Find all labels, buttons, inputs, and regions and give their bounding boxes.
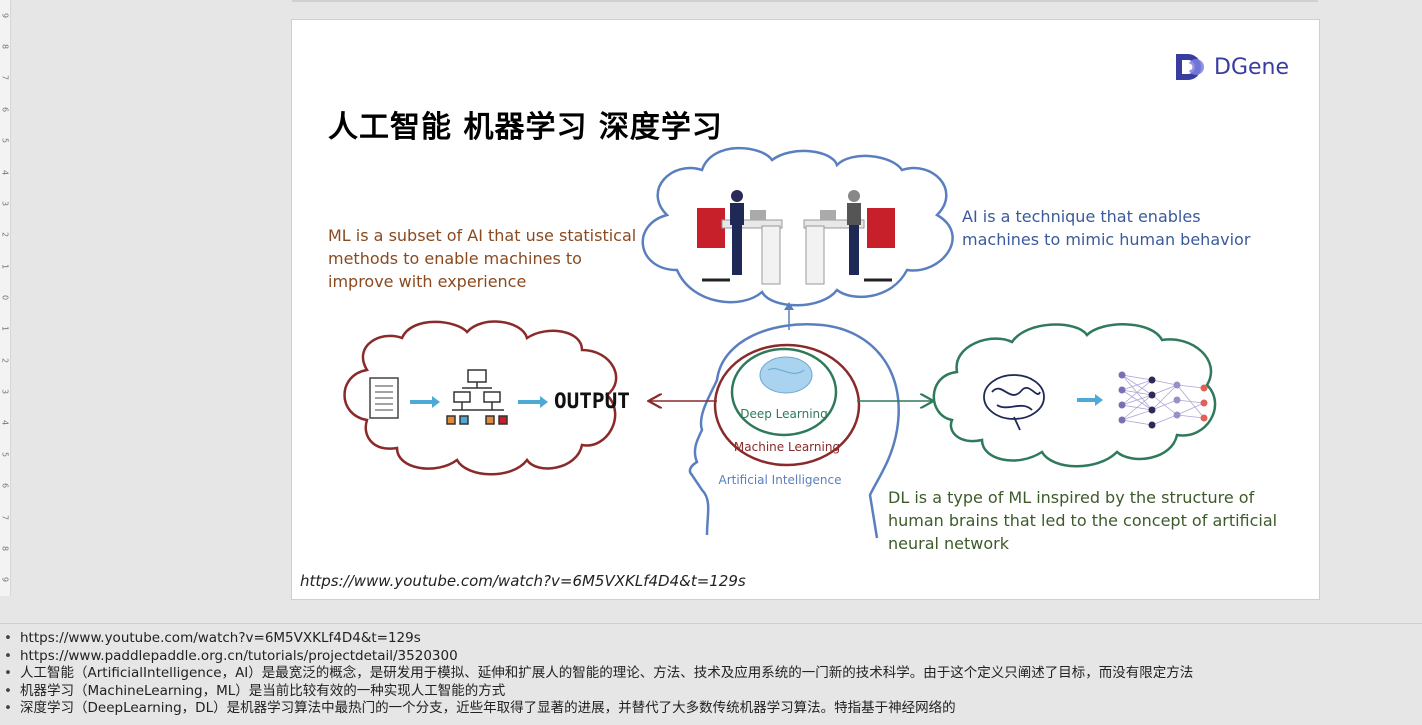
ruler-number: 4: [0, 169, 10, 175]
notes-item[interactable]: https://www.paddlepaddle.org.cn/tutorial…: [4, 648, 1422, 666]
ai-label: Artificial Intelligence: [719, 473, 842, 487]
ruler-number: 1: [0, 326, 10, 332]
neural-network-icon: [1118, 371, 1208, 429]
ruler-number: 2: [0, 357, 10, 363]
ruler-number: 4: [0, 420, 10, 426]
human-at-desk-icon: [697, 190, 783, 285]
ruler-number: 7: [0, 75, 10, 81]
robot-at-desk-icon: [803, 190, 895, 285]
ruler-number: 7: [0, 514, 10, 520]
dl-cloud: [932, 323, 1217, 468]
output-label: OUTPUT: [554, 389, 630, 413]
notes-item[interactable]: 深度学习（DeepLearning，DL）是机器学习算法中最热门的一个分支，近些…: [4, 700, 1422, 718]
ruler-number: 0: [0, 294, 10, 301]
notes-item[interactable]: 人工智能（ArtificialIntelligence，AI）是最宽泛的概念，是…: [4, 665, 1422, 683]
ruler-number: 5: [0, 138, 10, 144]
ruler-number: 3: [0, 389, 10, 395]
deep-learning-label: Deep Learning: [740, 407, 828, 421]
decision-tree-icon: [446, 369, 508, 425]
ruler-number: 2: [0, 232, 10, 238]
ml-description[interactable]: ML is a subset of AI that use statistica…: [328, 224, 638, 293]
ruler-number: 9: [0, 577, 10, 583]
notes-item[interactable]: 机器学习（MachineLearning，ML）是当前比较有效的一种实现人工智能…: [4, 683, 1422, 701]
ruler-number: 1: [0, 263, 10, 269]
ruler-number: 8: [0, 44, 10, 50]
previous-slide-edge[interactable]: [292, 0, 1318, 2]
ruler-number: 6: [0, 106, 10, 112]
ai-cloud: [641, 146, 954, 307]
source-url[interactable]: https://www.youtube.com/watch?v=6M5VXKLf…: [300, 572, 746, 590]
ruler-number: 6: [0, 483, 10, 489]
machine-learning-label: Machine Learning: [734, 440, 840, 454]
slide-canvas[interactable]: DGene 人工智能 机器学习 深度学习 OUTPUT Deep Learnin…: [291, 19, 1320, 600]
ruler-number: 5: [0, 451, 10, 457]
document-icon: [369, 377, 399, 419]
ruler-number: 3: [0, 200, 10, 206]
ruler-number: 8: [0, 545, 10, 551]
notes-item[interactable]: https://www.youtube.com/watch?v=6M5VXKLf…: [4, 630, 1422, 648]
dl-description[interactable]: DL is a type of ML inspired by the struc…: [888, 486, 1288, 555]
ruler-number: 9: [0, 12, 10, 18]
ai-description[interactable]: AI is a technique that enables machines …: [962, 205, 1262, 251]
brain-icon-small: [759, 356, 813, 394]
brain-icon: [983, 374, 1045, 431]
speaker-notes-pane[interactable]: https://www.youtube.com/watch?v=6M5VXKLf…: [0, 623, 1422, 725]
vertical-ruler: 9 8 7 6 5 4 3 2 1 0 1 2 3 4 5 6 7 8 9: [0, 0, 11, 596]
